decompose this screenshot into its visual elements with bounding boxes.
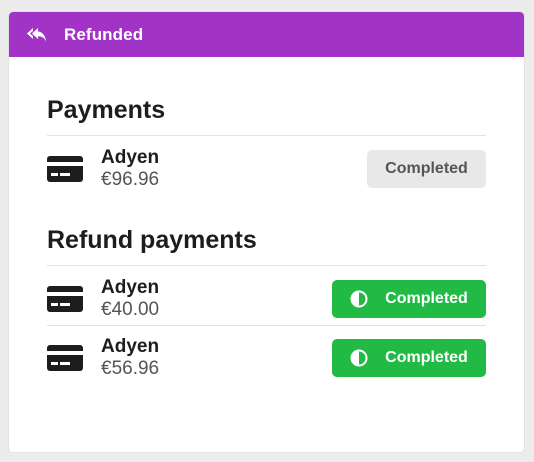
refund-provider: Adyen [101, 276, 160, 298]
refund-status-label: Completed [385, 289, 468, 307]
adjust-icon [350, 290, 368, 308]
refund-amount: €40.00 [101, 298, 160, 320]
payment-provider: Adyen [101, 146, 160, 168]
refund-payment-row: Adyen €40.00 Completed [47, 266, 486, 325]
payment-status-label: Completed [385, 159, 468, 177]
card-header: Refunded [9, 12, 524, 57]
reply-all-icon [27, 26, 47, 44]
refund-provider: Adyen [101, 336, 160, 357]
status-title: Refunded [64, 24, 144, 44]
refund-payment-row: Adyen €56.96 Completed [47, 325, 486, 384]
credit-card-icon [47, 344, 83, 372]
credit-card-icon [47, 285, 83, 313]
refund-amount: €56.96 [101, 358, 160, 379]
refund-status-badge: Completed [332, 339, 486, 377]
payments-heading: Payments [47, 95, 486, 136]
refund-status-label: Completed [385, 349, 468, 366]
payment-row: Adyen €96.96 Completed [47, 136, 486, 195]
adjust-icon [350, 349, 368, 367]
credit-card-icon [47, 155, 83, 183]
refund-card: Refunded Payments Adyen €96.96 Completed… [9, 12, 524, 452]
refund-status-badge: Completed [332, 279, 486, 318]
payment-status-badge: Completed [367, 149, 486, 188]
payment-amount: €96.96 [101, 168, 160, 190]
refund-payments-heading: Refund payments [47, 225, 486, 266]
